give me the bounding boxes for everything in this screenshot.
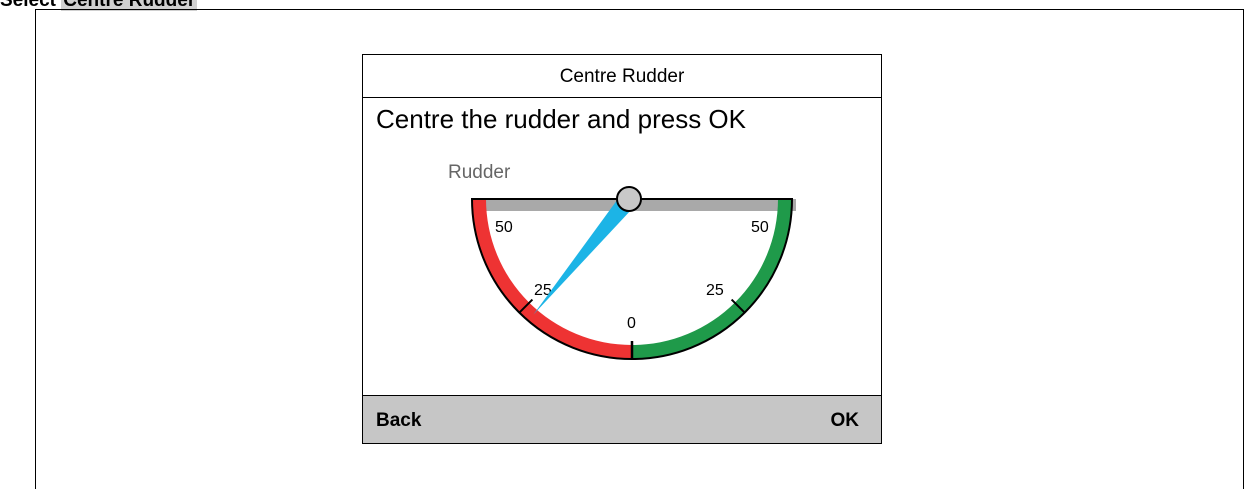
back-button[interactable]: Back (376, 396, 421, 443)
tick-label-stbd-25: 25 (706, 282, 724, 299)
gauge-outline (470, 198, 794, 360)
centre-rudder-dialog: Centre Rudder Centre the rudder and pres… (362, 54, 882, 444)
gauge-hub (616, 186, 642, 212)
tick-label-zero: 0 (627, 315, 636, 332)
rudder-needle (533, 193, 636, 315)
rudder-gauge: 50 25 0 25 50 (470, 186, 796, 360)
tick-label-stbd-50: 50 (751, 219, 769, 236)
dialog-footer: Back OK (363, 395, 881, 443)
tick-label-port-50: 50 (495, 219, 513, 236)
ok-button[interactable]: OK (831, 396, 860, 443)
